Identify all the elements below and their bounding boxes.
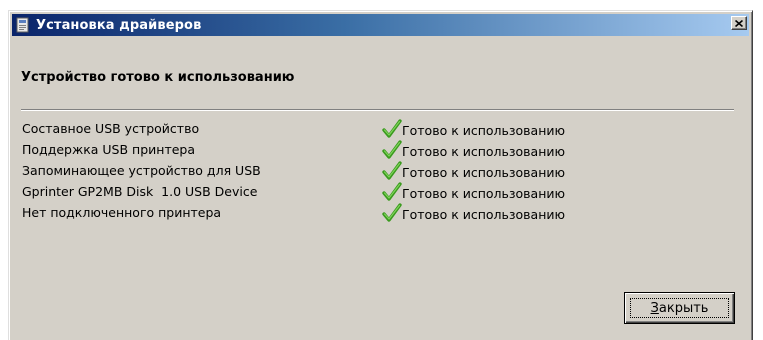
device-status: Готово к использованию xyxy=(382,119,565,138)
close-x-icon xyxy=(735,19,743,27)
device-row: Составное USB устройство Готово к исполь… xyxy=(22,119,722,140)
device-name: Gprinter GP2MB Disk 1.0 USB Device xyxy=(22,184,258,199)
device-list: Составное USB устройство Готово к исполь… xyxy=(22,119,722,224)
device-status: Готово к использованию xyxy=(382,203,565,222)
driver-install-dialog: Установка драйверов Устройство готово к … xyxy=(8,10,753,340)
status-heading: Устройство готово к использованию xyxy=(21,70,295,85)
device-status: Готово к использованию xyxy=(382,182,565,201)
status-text: Готово к использованию xyxy=(402,144,566,159)
device-name: Составное USB устройство xyxy=(22,121,200,136)
focus-ring xyxy=(630,298,729,318)
window-close-button[interactable] xyxy=(731,16,747,30)
device-name: Запоминающее устройство для USB xyxy=(22,163,261,178)
green-check-icon xyxy=(382,140,402,159)
separator-line xyxy=(21,109,734,111)
device-row: Поддержка USB принтера Готово к использо… xyxy=(22,140,722,161)
title-bar[interactable]: Установка драйверов xyxy=(12,14,749,36)
green-check-icon xyxy=(382,182,402,201)
device-name: Нет подключенного принтера xyxy=(22,205,222,220)
device-status: Готово к использованию xyxy=(382,161,565,180)
green-check-icon xyxy=(382,161,402,180)
setup-icon xyxy=(16,17,29,33)
device-status: Готово к использованию xyxy=(382,140,565,159)
status-text: Готово к использованию xyxy=(402,186,566,201)
status-text: Готово к использованию xyxy=(402,165,566,180)
device-name: Поддержка USB принтера xyxy=(22,142,196,157)
device-row: Нет подключенного принтера Готово к испо… xyxy=(22,203,722,224)
window-title: Установка драйверов xyxy=(36,17,202,33)
device-row: Gprinter GP2MB Disk 1.0 USB Device Готов… xyxy=(22,182,722,203)
status-text: Готово к использованию xyxy=(402,123,566,138)
green-check-icon xyxy=(382,203,402,222)
green-check-icon xyxy=(382,119,402,138)
status-text: Готово к использованию xyxy=(402,207,566,222)
close-button[interactable]: Закрыть xyxy=(624,292,735,324)
device-row: Запоминающее устройство для USB Готово к… xyxy=(22,161,722,182)
